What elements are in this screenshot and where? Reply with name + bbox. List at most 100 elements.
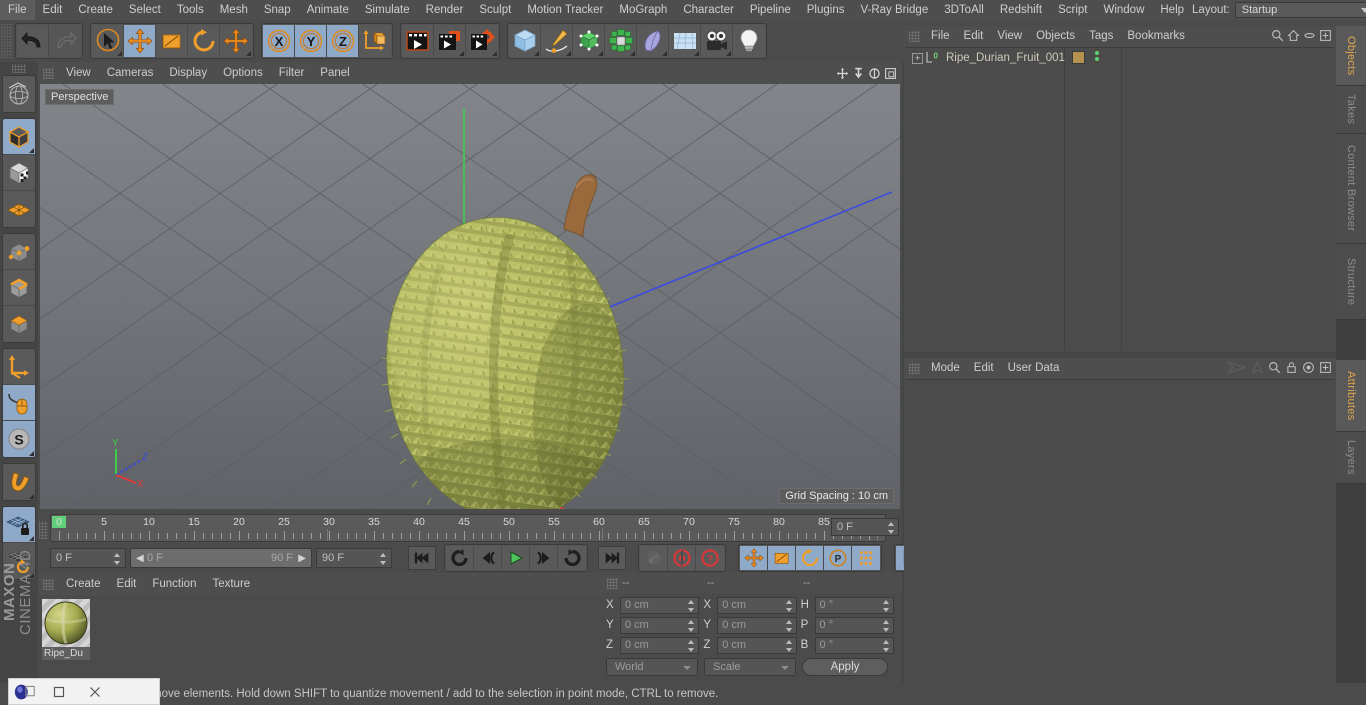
object-menu-objects[interactable]: Objects	[1029, 26, 1082, 47]
lock-icon[interactable]	[1285, 361, 1298, 377]
menu-item-tools[interactable]: Tools	[169, 0, 212, 20]
add-deformer-button[interactable]	[637, 25, 669, 57]
render-region-button[interactable]	[434, 25, 466, 57]
timeline-current-frame-field[interactable]: 0 F	[831, 518, 899, 536]
viewport-menu-view[interactable]: View	[58, 62, 99, 84]
search-icon[interactable]	[1268, 361, 1281, 377]
tab-objects[interactable]: Objects	[1336, 26, 1366, 86]
object-menu-file[interactable]: File	[924, 26, 957, 47]
redo-button[interactable]	[49, 25, 81, 57]
search-icon[interactable]	[1271, 29, 1284, 45]
step-back-button[interactable]	[474, 546, 502, 570]
key-rotation-button[interactable]	[796, 546, 824, 570]
menu-item-motion-tracker[interactable]: Motion Tracker	[519, 0, 611, 20]
range-right-arrow-icon[interactable]: ▶	[298, 553, 306, 564]
material-menu-create[interactable]: Create	[58, 573, 109, 595]
menu-item-edit[interactable]: Edit	[35, 0, 71, 20]
menu-item-character[interactable]: Character	[675, 0, 742, 20]
edges-mode-button[interactable]	[3, 270, 35, 306]
spinner-icon[interactable]	[114, 553, 121, 565]
spinner-icon[interactable]	[688, 639, 695, 652]
live-selection-button[interactable]	[92, 25, 124, 57]
coordinate-mode-select[interactable]: Scale	[704, 658, 796, 676]
model-mode-button[interactable]	[3, 119, 35, 155]
snap-magnet-button[interactable]	[3, 464, 35, 500]
enable-axis-button[interactable]	[3, 385, 35, 421]
world-object-coordinates-button[interactable]	[359, 25, 391, 57]
rot-h-field[interactable]: 0 °	[814, 596, 894, 614]
pan-icon[interactable]	[835, 66, 849, 80]
play-button[interactable]	[502, 546, 530, 570]
menu-item-window[interactable]: Window	[1095, 0, 1152, 20]
material-tag-icon[interactable]	[1072, 51, 1085, 64]
add-light-button[interactable]	[733, 25, 765, 57]
autokeying-button[interactable]	[640, 546, 668, 570]
object-menu-edit[interactable]: Edit	[957, 26, 991, 47]
menu-item-redshift[interactable]: Redshift	[992, 0, 1050, 20]
add-environment-button[interactable]	[669, 25, 701, 57]
object-tree[interactable]: + 0 Ripe_Durian_Fruit_001	[906, 47, 1334, 350]
rot-p-field[interactable]: 0 °	[814, 616, 894, 634]
tab-structure[interactable]: Structure	[1336, 244, 1366, 320]
menu-item-vray-bridge[interactable]: V-Ray Bridge	[852, 0, 936, 20]
viewport-menu-panel[interactable]: Panel	[312, 62, 357, 84]
spinner-icon[interactable]	[882, 639, 890, 652]
menu-item-script[interactable]: Script	[1050, 0, 1095, 20]
add-mograph-button[interactable]	[605, 25, 637, 57]
spinner-icon[interactable]	[888, 522, 895, 534]
material-list[interactable]: Ripe_Du	[38, 595, 602, 683]
attribute-manager-grip[interactable]	[909, 363, 920, 374]
floating-mini-window[interactable]	[8, 678, 160, 705]
spinner-icon[interactable]	[785, 599, 793, 612]
spinner-icon[interactable]	[688, 599, 695, 612]
tab-layers[interactable]: Layers	[1336, 432, 1366, 484]
material-menu-edit[interactable]: Edit	[109, 573, 145, 595]
add-camera-button[interactable]	[701, 25, 733, 57]
size-z-field[interactable]: 0 cm	[717, 636, 797, 654]
maximize-icon[interactable]	[883, 66, 897, 80]
go-to-end-button[interactable]	[598, 546, 626, 570]
range-left-arrow-icon[interactable]: ◀	[136, 553, 144, 564]
key-position-button[interactable]	[740, 546, 768, 570]
max-frame-input[interactable]: 90 F	[316, 548, 392, 568]
viewport-menu-filter[interactable]: Filter	[271, 62, 313, 84]
lock-y-button[interactable]: Y	[295, 25, 327, 57]
uv-mesh-mode-button[interactable]	[3, 191, 35, 227]
apply-button[interactable]: Apply	[802, 658, 888, 676]
menu-item-select[interactable]: Select	[121, 0, 169, 20]
key-parameter-button[interactable]: P	[824, 546, 852, 570]
rotate-icon[interactable]	[867, 66, 881, 80]
spinner-icon[interactable]	[785, 619, 793, 632]
menu-item-mesh[interactable]: Mesh	[212, 0, 256, 20]
spinner-icon[interactable]	[688, 619, 695, 632]
pos-x-field[interactable]: 0 cm	[619, 596, 700, 614]
lock-x-button[interactable]: X	[263, 25, 295, 57]
spinner-icon[interactable]	[380, 553, 387, 565]
menu-item-pipeline[interactable]: Pipeline	[742, 0, 799, 20]
go-to-start-button[interactable]	[408, 546, 436, 570]
move-duplicate-button[interactable]	[220, 25, 252, 57]
menu-item-mograph[interactable]: MoGraph	[611, 0, 675, 20]
left-toolbar-grip[interactable]	[12, 64, 26, 73]
lock-z-button[interactable]: Z	[327, 25, 359, 57]
render-settings-button[interactable]	[466, 25, 498, 57]
points-mode-button[interactable]	[3, 234, 35, 270]
render-view-button[interactable]	[402, 25, 434, 57]
size-x-field[interactable]: 0 cm	[717, 596, 797, 614]
object-menu-tags[interactable]: Tags	[1082, 26, 1120, 47]
spinner-icon[interactable]	[882, 619, 890, 632]
menu-item-plugins[interactable]: Plugins	[799, 0, 853, 20]
attribute-menu-mode[interactable]: Mode	[924, 358, 967, 379]
viewport-3d[interactable]: Perspective Grid Spacing : 10 cm Y Z X	[40, 84, 900, 509]
tab-attributes[interactable]: Attributes	[1336, 360, 1366, 432]
polygons-mode-button[interactable]	[3, 306, 35, 342]
current-frame-input[interactable]: 0 F	[50, 548, 126, 568]
preview-range-slider[interactable]: ◀ 0 F 90 F ▶	[130, 548, 312, 568]
target-icon[interactable]	[1302, 361, 1315, 377]
material-menu-function[interactable]: Function	[144, 573, 204, 595]
undo-button[interactable]	[17, 25, 49, 57]
ellipse-icon[interactable]	[1303, 29, 1316, 45]
material-manager-grip[interactable]	[43, 578, 54, 590]
object-manager-grip[interactable]	[909, 31, 920, 42]
menu-item-sculpt[interactable]: Sculpt	[471, 0, 519, 20]
